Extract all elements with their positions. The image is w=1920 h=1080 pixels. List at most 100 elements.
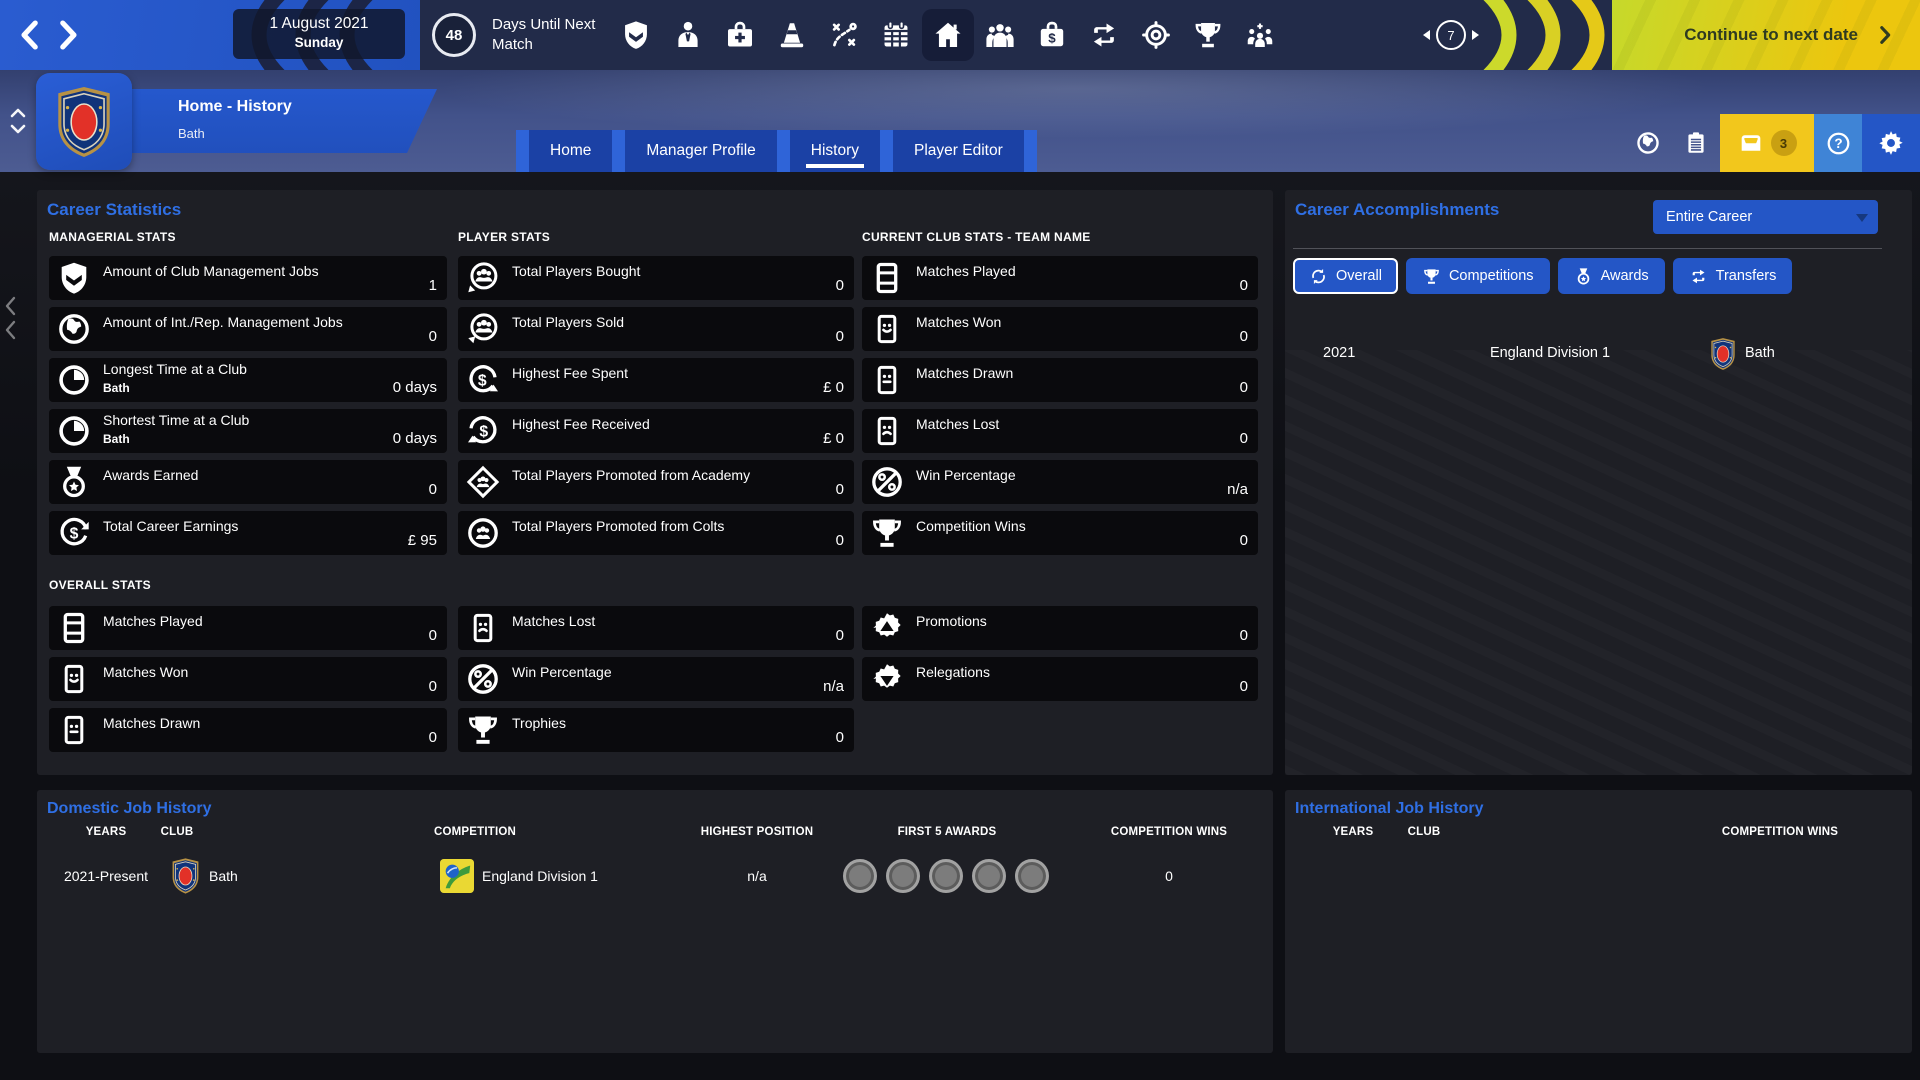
world-button[interactable]: [1624, 114, 1672, 172]
nav-squad[interactable]: [974, 9, 1026, 61]
nav-finances[interactable]: [1026, 9, 1078, 61]
job-club: Bath: [209, 848, 238, 904]
current-date: 1 August 2021 Sunday: [233, 9, 405, 59]
stat-row: Total Players Promoted from Academy 0: [458, 460, 854, 504]
stat-row: Matches Won 0: [862, 307, 1258, 351]
tab-history[interactable]: History: [790, 130, 880, 172]
relegation-icon: [869, 661, 905, 697]
stat-label: Win Percentage: [916, 467, 1016, 483]
stat-value: £ 0: [823, 430, 844, 447]
card-loss-icon: [465, 610, 501, 646]
nav-staff[interactable]: [662, 9, 714, 61]
stat-row: Awards Earned 0: [49, 460, 447, 504]
stat-value: 0: [836, 729, 844, 746]
notes-button[interactable]: [1672, 114, 1720, 172]
continue-button-label[interactable]: Continue to next date: [1684, 0, 1858, 70]
stat-value: 0: [1240, 328, 1248, 345]
stat-label: Awards Earned: [103, 467, 198, 483]
tab-manager-profile[interactable]: Manager Profile: [625, 130, 776, 172]
panel-title: Career Statistics: [47, 200, 181, 220]
nav-training[interactable]: [766, 9, 818, 61]
stat-label: Win Percentage: [512, 664, 612, 680]
stat-value: 0: [1240, 277, 1248, 294]
clock-icon: [56, 413, 92, 449]
header-collapse-toggle[interactable]: [9, 105, 27, 137]
continue-chevron-icon[interactable]: [1874, 24, 1896, 46]
earnings-icon: [56, 515, 92, 551]
stat-row: Promotions 0: [862, 606, 1258, 650]
page-title: Home - History: [178, 98, 292, 116]
stat-value: n/a: [823, 678, 844, 695]
tab-competitions[interactable]: Competitions: [1406, 258, 1550, 294]
managerial-stats-column: MANAGERIAL STATS Amount of Club Manageme…: [49, 230, 447, 562]
tab-overall[interactable]: Overall: [1293, 258, 1398, 294]
stat-row: Matches Lost 0: [862, 409, 1258, 453]
forward-icon[interactable]: [50, 17, 86, 53]
tab-player-editor[interactable]: Player Editor: [893, 130, 1024, 172]
stat-value: 0: [429, 328, 437, 345]
nav-club[interactable]: [610, 9, 662, 61]
stat-value: 0 days: [393, 430, 437, 447]
stat-row: Matches Played 0: [862, 256, 1258, 300]
stat-row: Matches Played 0: [49, 606, 447, 650]
first5-award-slots: [843, 859, 1049, 893]
card-win-icon: [869, 311, 905, 347]
stat-row: Matches Drawn 0: [862, 358, 1258, 402]
stat-label: Matches Played: [916, 263, 1016, 279]
nav-tactics[interactable]: [818, 9, 870, 61]
trophy-icon: [465, 712, 501, 748]
stat-row: Relegations 0: [862, 657, 1258, 701]
page-subtitle: Bath: [178, 126, 205, 141]
content-area: Career Statistics MANAGERIAL STATS Amoun…: [0, 172, 1920, 1080]
home-icon: [932, 19, 964, 51]
stat-label: Matches Drawn: [916, 365, 1013, 381]
edge-scroll-indicator[interactable]: [2, 294, 18, 342]
career-statistics-panel: Career Statistics MANAGERIAL STATS Amoun…: [37, 190, 1273, 775]
stat-value: £ 0: [823, 379, 844, 396]
tab-transfers[interactable]: Transfers: [1673, 258, 1793, 294]
nav-transfers[interactable]: [1078, 9, 1130, 61]
inbox-button[interactable]: 3: [1720, 114, 1814, 172]
help-button[interactable]: [1814, 114, 1862, 172]
stat-label: Matches Won: [103, 664, 188, 680]
competitions-icon: [1192, 19, 1224, 51]
chevron-down-icon: [1856, 214, 1868, 228]
stat-row: Win Percentage n/a: [458, 657, 854, 701]
dropdown-value: Entire Career: [1666, 209, 1752, 225]
nav-development[interactable]: [1234, 9, 1286, 61]
page-title-plate: Home - History Bath: [131, 89, 437, 153]
overall-stats-column-3: Promotions 0 Relegations 0: [862, 606, 1258, 708]
nav-scouting[interactable]: [1130, 9, 1182, 61]
nav-competitions[interactable]: [1182, 9, 1234, 61]
back-icon[interactable]: [12, 17, 48, 53]
stat-label: Total Players Sold: [512, 314, 624, 330]
nav-home[interactable]: [922, 9, 974, 61]
finances-icon: [1036, 19, 1068, 51]
tab-awards[interactable]: Awards: [1558, 258, 1665, 294]
staff-icon: [672, 19, 704, 51]
overall-stats-column-1: Matches Played 0 Matches Won 0 Matches D…: [49, 606, 447, 759]
stat-row: Shortest Time at a Club Bath 0 days: [49, 409, 447, 453]
award-slot: [929, 859, 963, 893]
stat-value: 0: [1240, 678, 1248, 695]
column-header-first5-awards: FIRST 5 AWARDS: [867, 826, 1027, 838]
continue-arc-decor: [1468, 0, 1618, 70]
stat-row: Total Players Sold 0: [458, 307, 854, 351]
stat-value: 1: [429, 277, 437, 294]
nav-medical[interactable]: [714, 9, 766, 61]
nav-schedule[interactable]: [870, 9, 922, 61]
job-years: 2021-Present: [45, 848, 167, 904]
stepper-decrease-icon[interactable]: [1418, 30, 1430, 40]
stat-value: 0 days: [393, 379, 437, 396]
job-highest-position: n/a: [677, 848, 837, 904]
career-filter-dropdown[interactable]: Entire Career: [1653, 200, 1878, 234]
stat-row: Total Career Earnings £ 95: [49, 511, 447, 555]
competition-logo: [440, 859, 474, 893]
settings-button[interactable]: [1862, 114, 1920, 172]
stat-label: Matches Lost: [916, 416, 999, 432]
tab-home[interactable]: Home: [529, 130, 612, 172]
stat-row: Matches Lost 0: [458, 606, 854, 650]
club-badge-plate[interactable]: [36, 73, 132, 170]
percentage-icon: [869, 464, 905, 500]
stat-row: Trophies 0: [458, 708, 854, 752]
